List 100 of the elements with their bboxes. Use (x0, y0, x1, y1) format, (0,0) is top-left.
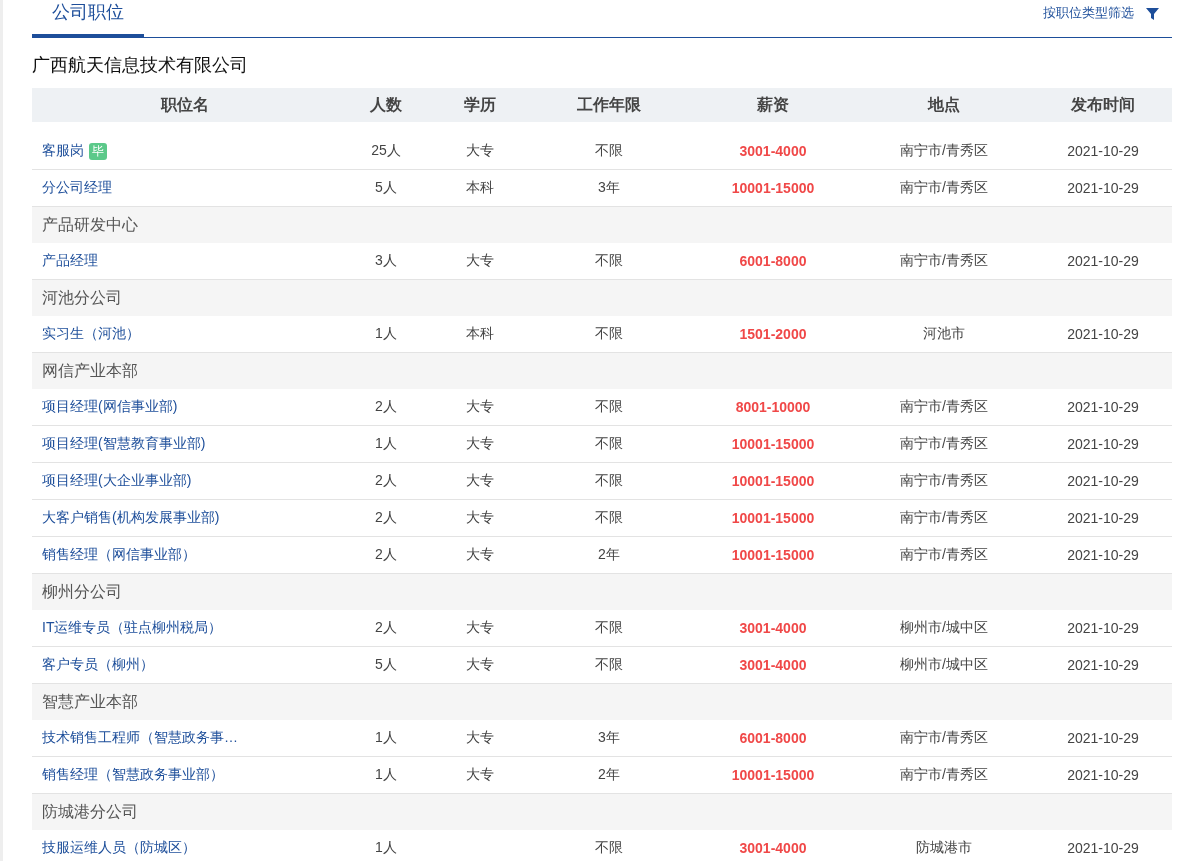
experience-cell: 不限 (595, 398, 623, 414)
salary-cell: 6001-8000 (739, 253, 807, 269)
headcount-cell: 2人 (375, 398, 397, 414)
headcount-cell: 1人 (375, 435, 397, 451)
job-title-link[interactable]: 技术销售工程师（智慧政务事… (42, 729, 238, 747)
tab[interactable]: 公司职位 (32, 0, 144, 38)
headcount-cell: 2人 (375, 472, 397, 488)
graduate-badge: 毕 (89, 142, 107, 160)
experience-cell: 3年 (598, 179, 620, 195)
job-title-link[interactable]: 客服岗 (42, 142, 84, 160)
date-cell: 2021-10-29 (1067, 143, 1139, 159)
headcount-cell: 5人 (375, 179, 397, 195)
headcount-cell: 25人 (371, 142, 401, 158)
date-cell: 2021-10-29 (1067, 730, 1139, 746)
experience-cell: 不限 (595, 252, 623, 268)
education-cell: 大专 (466, 766, 494, 782)
headcount-cell: 3人 (375, 252, 397, 268)
job-title-link[interactable]: 技服运维人员（防城区） (42, 839, 196, 857)
date-cell: 2021-10-29 (1067, 399, 1139, 415)
experience-cell: 不限 (595, 509, 623, 525)
job-title-link[interactable]: 销售经理（智慧政务事业部） (42, 766, 224, 784)
filter-icon[interactable] (1146, 7, 1159, 20)
education-cell: 大专 (466, 398, 494, 414)
job-title-link[interactable]: 大客户销售(机构发展事业部) (42, 509, 220, 527)
location-cell: 南宁市/青秀区 (900, 179, 988, 195)
experience-cell: 2年 (598, 766, 620, 782)
date-cell: 2021-10-29 (1067, 473, 1139, 489)
headcount-cell: 2人 (375, 509, 397, 525)
salary-cell: 3001-4000 (739, 840, 807, 856)
salary-cell: 10001-15000 (731, 180, 815, 196)
salary-cell: 1501-2000 (739, 326, 807, 342)
salary-cell: 3001-4000 (739, 620, 807, 636)
date-cell: 2021-10-29 (1067, 510, 1139, 526)
education-cell: 大专 (466, 656, 494, 672)
location-cell: 南宁市/青秀区 (900, 546, 988, 562)
job-title-link[interactable]: 项目经理(大企业事业部) (42, 472, 192, 490)
department-name: 河池分公司 (42, 287, 122, 308)
headcount-cell: 1人 (375, 325, 397, 341)
education-cell: 大专 (466, 509, 494, 525)
education-cell: 大专 (466, 729, 494, 745)
location-cell: 南宁市/青秀区 (900, 729, 988, 745)
job-title-link[interactable]: 分公司经理 (42, 179, 112, 197)
location-cell: 南宁市/青秀区 (900, 252, 988, 268)
column-header: 工作年限 (576, 94, 642, 115)
headcount-cell: 1人 (375, 839, 397, 855)
salary-cell: 3001-4000 (739, 143, 807, 159)
job-title-link[interactable]: 项目经理(智慧教育事业部) (42, 435, 206, 453)
headcount-cell: 1人 (375, 729, 397, 745)
column-header: 薪资 (756, 94, 790, 115)
education-cell: 大专 (466, 252, 494, 268)
job-title-link[interactable]: 客户专员（柳州） (42, 656, 154, 674)
job-title-link[interactable]: 实习生（河池） (42, 325, 140, 343)
location-cell: 南宁市/青秀区 (900, 509, 988, 525)
column-header: 职位名 (160, 94, 210, 115)
location-cell: 南宁市/青秀区 (900, 142, 988, 158)
experience-cell: 2年 (598, 546, 620, 562)
education-cell: 大专 (466, 142, 494, 158)
education-cell: 本科 (466, 179, 494, 195)
salary-cell: 10001-15000 (731, 436, 815, 452)
column-header: 人数 (369, 94, 403, 115)
date-cell: 2021-10-29 (1067, 436, 1139, 452)
column-header: 学历 (463, 94, 497, 115)
experience-cell: 不限 (595, 142, 623, 158)
experience-cell: 不限 (595, 839, 623, 855)
experience-cell: 3年 (598, 729, 620, 745)
date-cell: 2021-10-29 (1067, 840, 1139, 856)
column-header: 发布时间 (1070, 94, 1136, 115)
salary-cell: 3001-4000 (739, 657, 807, 673)
job-title-link[interactable]: 项目经理(网信事业部) (42, 398, 178, 416)
education-cell: 本科 (466, 325, 494, 341)
location-cell: 柳州市/城中区 (900, 619, 988, 635)
salary-cell: 8001-10000 (735, 399, 811, 415)
department-name: 智慧产业本部 (42, 691, 138, 712)
job-title-link[interactable]: 销售经理（网信事业部） (42, 546, 196, 564)
location-cell: 南宁市/青秀区 (900, 472, 988, 488)
experience-cell: 不限 (595, 435, 623, 451)
education-cell: 大专 (466, 619, 494, 635)
department-name: 网信产业本部 (42, 360, 138, 381)
job-title-link[interactable]: IT运维专员（驻点柳州税局） (42, 619, 223, 637)
filter-link[interactable]: 按职位类型筛选 (1043, 3, 1134, 22)
department-name: 产品研发中心 (42, 214, 138, 235)
salary-cell: 10001-15000 (731, 510, 815, 526)
date-cell: 2021-10-29 (1067, 620, 1139, 636)
date-cell: 2021-10-29 (1067, 180, 1139, 196)
date-cell: 2021-10-29 (1067, 253, 1139, 269)
experience-cell: 不限 (595, 656, 623, 672)
experience-cell: 不限 (595, 325, 623, 341)
education-cell: 大专 (466, 546, 494, 562)
experience-cell: 不限 (595, 472, 623, 488)
job-title-link[interactable]: 产品经理 (42, 252, 98, 270)
department-name: 防城港分公司 (42, 801, 138, 822)
experience-cell: 不限 (595, 619, 623, 635)
education-cell: 大专 (466, 472, 494, 488)
date-cell: 2021-10-29 (1067, 657, 1139, 673)
salary-cell: 10001-15000 (731, 473, 815, 489)
headcount-cell: 2人 (375, 619, 397, 635)
location-cell: 防城港市 (916, 839, 972, 855)
location-cell: 南宁市/青秀区 (900, 398, 988, 414)
location-cell: 河池市 (923, 325, 965, 341)
location-cell: 南宁市/青秀区 (900, 435, 988, 451)
